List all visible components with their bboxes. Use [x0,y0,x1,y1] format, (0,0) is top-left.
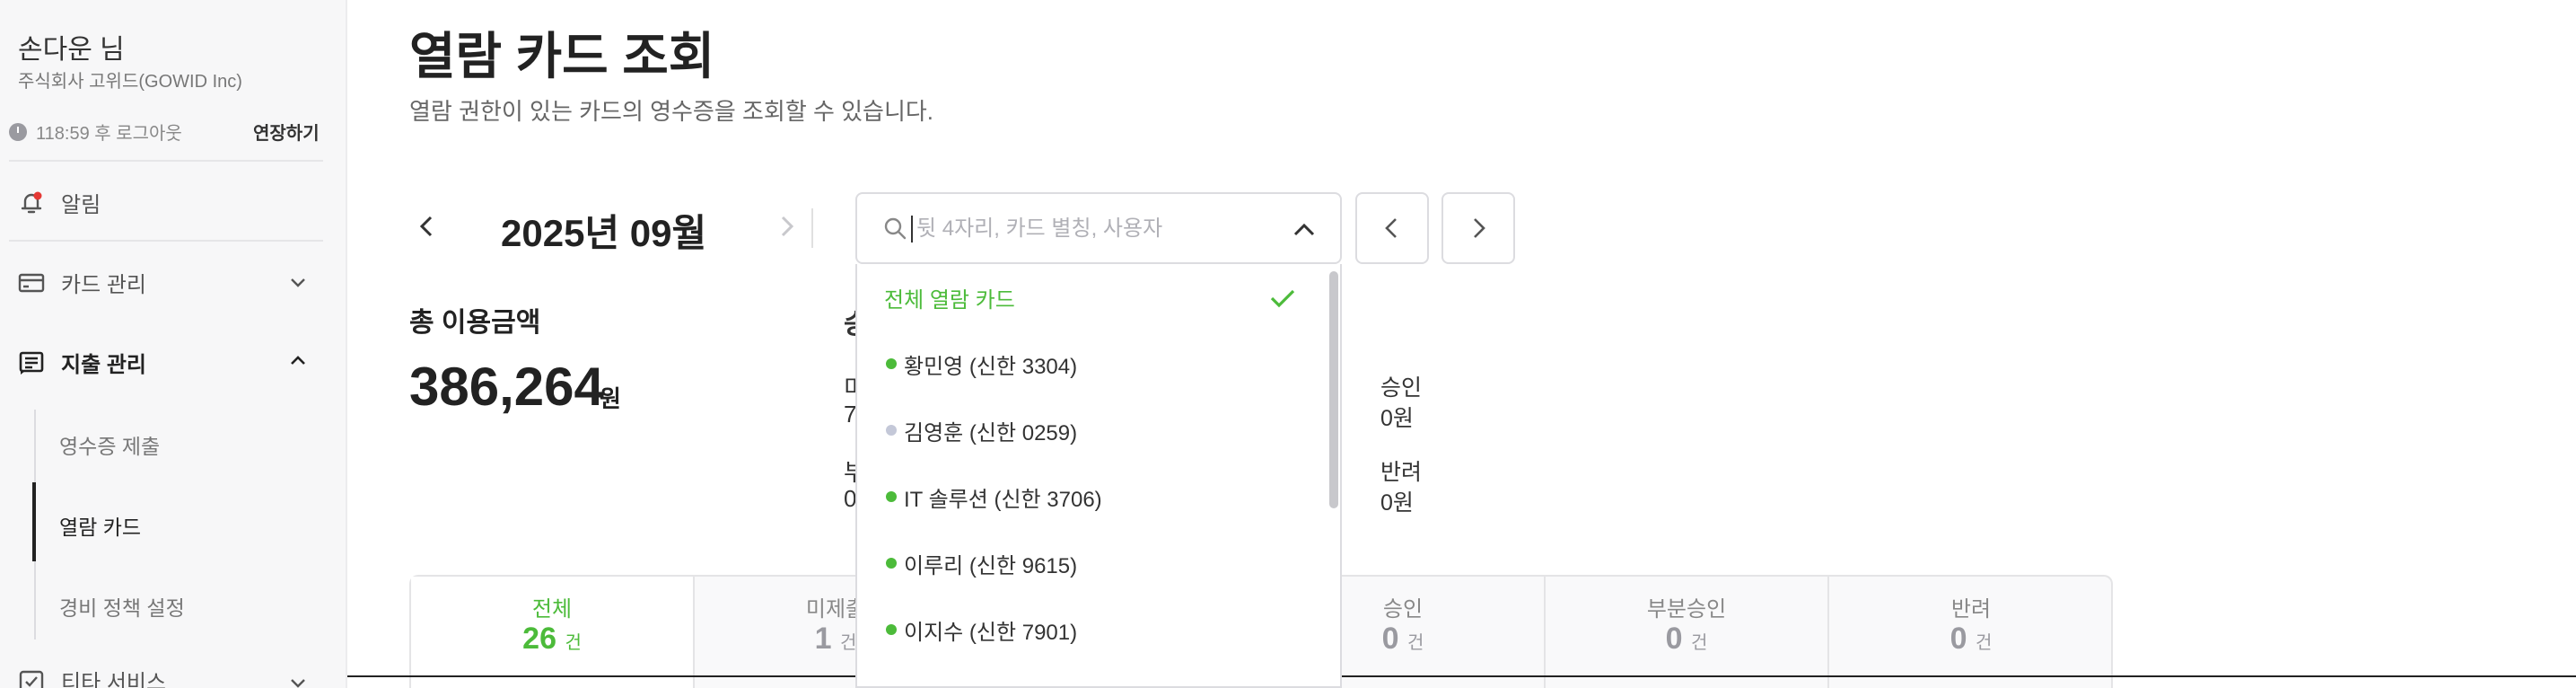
sidebar-item-card-management[interactable]: 카드 관리 [18,267,146,298]
option-label: 김영훈 (신한 0259) [904,420,1078,445]
bell-icon [18,190,45,216]
tab-count-unit: 건 [839,633,857,653]
option-label: IT 솔루션 (신한 3706) [904,487,1102,512]
option-label: 전체 열람 카드 [884,287,1015,313]
sidebar-item-services[interactable]: 티타 서비스 [18,665,166,688]
card-search-box[interactable] [855,192,1342,264]
previous-month-button[interactable] [411,210,443,243]
tab-count-value: 26 [522,622,556,656]
tab-count-value: 0 [1665,622,1683,656]
tab-count-value: 1 [814,622,832,656]
current-month: 2025년 09월 [501,212,707,254]
receipt-icon [18,349,45,376]
search-icon [884,217,907,240]
session-timer: 118:59 후 로그아웃 [9,119,182,145]
sidebar-subitem-expense-policy[interactable]: 경비 정책 설정 [59,591,185,622]
sidebar-subitem-receipt-submit[interactable]: 영수증 제출 [59,429,160,460]
dropdown-option-all-cards[interactable]: 전체 열람 카드 [857,264,1324,331]
tab-count-value: 0 [1381,622,1399,656]
tab-count: 0 건 [1829,622,2113,657]
chevron-up-icon[interactable] [1288,214,1320,246]
dropdown-option-card[interactable]: 이루리 (신한 9615) [857,530,1324,596]
card-icon [18,269,45,296]
check-icon [1270,289,1295,308]
dropdown-option-card[interactable]: 이지수 (신한 7901) [857,596,1324,663]
option-label: 이지수 (신한 7901) [904,620,1078,645]
chevron-down-icon[interactable] [287,672,309,688]
tab-partial-approved[interactable]: 부분승인 0 건 [1546,577,1829,688]
tab-rejected[interactable]: 반려 0 건 [1829,577,2113,688]
sidebar-item-expense-management[interactable]: 지출 관리 [18,347,146,378]
sidebar-item-notifications[interactable]: 알림 [18,187,101,218]
sidebar-item-label: 지출 관리 [61,353,146,377]
clock-icon [9,122,27,141]
chevron-right-icon [1474,218,1485,238]
option-label: 황민영 (신한 3304) [904,354,1078,379]
rejected-amount: 0원 [1380,490,1414,516]
divider [811,208,813,248]
dropdown-scrollbar[interactable] [1329,271,1338,508]
divider [347,675,2576,677]
tab-label: 반려 [1950,597,1992,622]
total-amount-value: 386,264 [409,357,604,417]
tab-count: 0 건 [1546,622,1827,657]
tab-count-unit: 건 [1690,633,1708,653]
approved-label: 승인 [1380,375,1423,401]
dropdown-option-card[interactable]: 황민영 (신한 3304) [857,331,1324,397]
approved-amount: 0원 [1380,406,1414,431]
sidebar-item-label: 티타 서비스 [61,671,167,688]
dropdown-option-card[interactable]: 김영훈 (신한 0259) [857,397,1324,463]
sidebar-item-label: 알림 [61,193,101,217]
chevron-down-icon[interactable] [287,271,309,293]
tab-count-value: 0 [1950,622,1967,656]
tab-all[interactable]: 전체 26 건 [411,577,695,688]
tab-count: 26 건 [411,622,693,657]
search-input[interactable] [916,208,1275,250]
tab-count-unit: 건 [565,633,582,653]
service-icon [18,667,45,688]
submenu-active-indicator [32,482,36,561]
user-name: 손다운 님 [18,35,125,65]
rejected-label: 반려 [1380,460,1423,485]
status-dot [886,624,897,635]
status-dot [886,358,897,369]
tab-count-unit: 건 [1975,633,1993,653]
divider [9,160,323,162]
extend-session-button[interactable]: 연장하기 [253,119,320,145]
next-month-button[interactable] [770,210,802,243]
sidebar-item-label: 카드 관리 [61,273,146,297]
total-amount-label: 총 이용금액 [409,308,541,338]
sidebar: 손다운 님 주식회사 고위드(GOWID Inc) 118:59 후 로그아웃 … [0,0,347,688]
tab-label: 전체 [531,597,573,622]
card-dropdown-list: 전체 열람 카드 황민영 (신한 3304) 김영훈 (신한 0259) IT … [855,264,1342,688]
sidebar-subitem-view-cards[interactable]: 열람 카드 [59,510,141,541]
chevron-left-icon [1385,218,1397,238]
dropdown-option-card[interactable]: IT 솔루션 (신한 3706) [857,463,1324,530]
page-subtitle: 열람 권한이 있는 카드의 영수증을 조회할 수 있습니다. [409,98,934,125]
status-dot [886,491,897,502]
text-cursor [911,216,913,243]
tab-count-unit: 건 [1406,633,1424,653]
option-label: 이루리 (신한 9615) [904,553,1078,578]
divider [9,240,323,242]
chevron-up-icon[interactable] [287,350,309,372]
previous-card-button[interactable] [1355,192,1429,264]
total-amount-unit: 원 [600,385,621,412]
session-text: 118:59 후 로그아웃 [36,124,182,144]
next-card-button[interactable] [1441,192,1515,264]
page-title: 열람 카드 조회 [409,28,715,84]
company-name: 주식회사 고위드(GOWID Inc) [18,72,242,92]
status-dot [886,558,897,569]
tab-label: 부분승인 [1646,597,1727,622]
status-dot [886,425,897,436]
